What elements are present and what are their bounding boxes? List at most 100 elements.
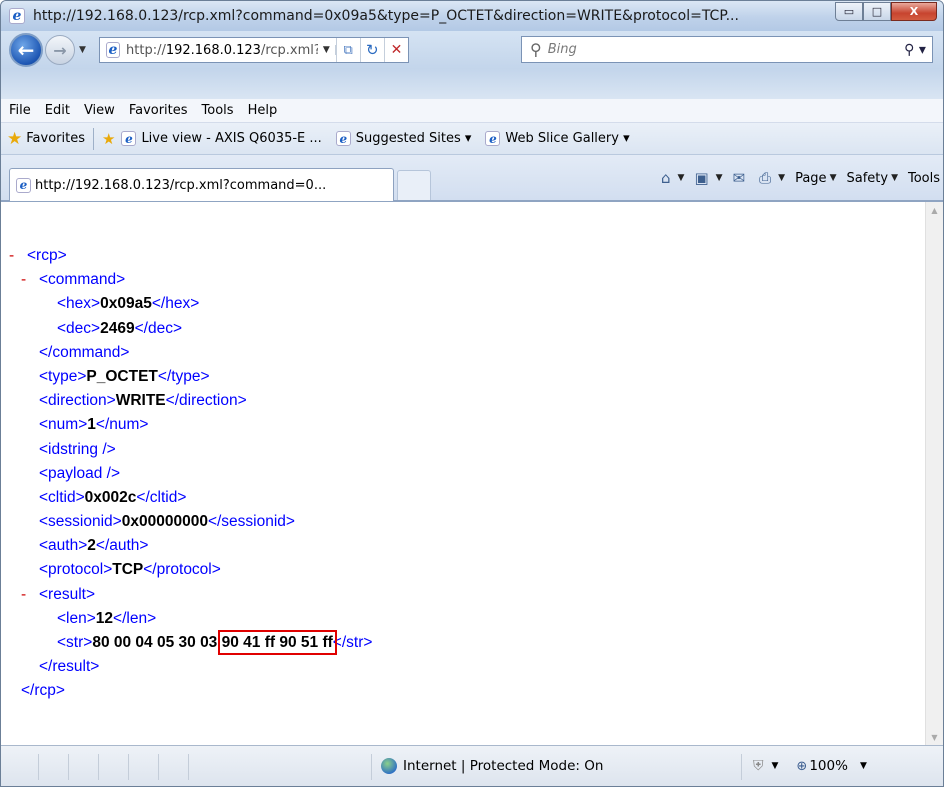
xml-value: TCP [112, 561, 144, 579]
xml-tag: <hex> [57, 295, 101, 313]
highlighted-bytes: 90 41 ff 90 51 ff [217, 630, 337, 655]
window-title: http://192.168.0.123/rcp.xml?command=0x0… [33, 8, 739, 24]
security-zone[interactable]: Internet | Protected Mode: On [381, 758, 603, 774]
page-menu-label: Page [795, 170, 827, 186]
xml-line: <direction>WRITE</direction> [9, 389, 372, 413]
xml-tag: <num> [39, 416, 88, 434]
title-bar: e http://192.168.0.123/rcp.xml?command=0… [1, 1, 943, 31]
xml-value: 0x09a5 [100, 295, 152, 313]
menu-file[interactable]: File [9, 103, 31, 118]
minimize-button[interactable]: ▭ [835, 2, 863, 21]
xml-tag: <direction> [39, 392, 116, 410]
menu-tools[interactable]: Tools [202, 103, 234, 118]
refresh-icon[interactable]: ↻ [359, 38, 384, 62]
xml-line: <sessionid>0x00000000</sessionid> [9, 510, 372, 534]
xml-tag: </hex> [151, 295, 200, 313]
search-button[interactable]: ⚲ ▾ [898, 42, 932, 58]
stop-icon[interactable]: ✕ [383, 38, 408, 62]
favorites-bar: ★ Favorites ★ e Live view - AXIS Q6035-E… [1, 123, 943, 155]
xml-line: - <result> [9, 583, 372, 607]
collapse-toggle[interactable]: - [21, 583, 39, 607]
document-area: - <rcp> - <command> <hex>0x09a5</hex> <dec… [1, 201, 943, 746]
status-cells [9, 754, 189, 780]
page-menu[interactable]: Page ▼ [795, 171, 836, 186]
status-cell [39, 754, 69, 780]
tools-menu-label: Tools [908, 170, 941, 186]
safety-menu[interactable]: Safety ▼ [846, 171, 898, 186]
zoom-control[interactable]: ⊕ 100% ▼ [796, 758, 884, 774]
fav-link-web-slice-gallery[interactable]: e Web Slice Gallery ▾ [485, 131, 630, 146]
status-cell [69, 754, 99, 780]
mail-button[interactable]: ✉ [733, 169, 750, 187]
new-tab-button[interactable] [397, 170, 431, 200]
xml-line: <payload /> [9, 462, 372, 486]
xml-line: <str>80 00 04 05 30 03 90 41 ff 90 51 ff… [9, 630, 373, 655]
status-cell [9, 754, 39, 780]
back-button[interactable]: ← [9, 33, 43, 67]
page-icon: e [485, 131, 501, 146]
mail-icon: ✉ [732, 169, 746, 187]
xml-value: 2 [87, 537, 96, 555]
scroll-down-arrow-icon[interactable]: ▼ [926, 729, 943, 746]
xml-tag: </len> [113, 609, 157, 627]
protected-mode-icon[interactable]: ⛨ [753, 758, 764, 774]
status-cell [159, 754, 189, 780]
feeds-button[interactable]: ▣ ▼ [694, 169, 722, 187]
add-to-favorites-icon[interactable]: ★ [102, 130, 115, 148]
address-dropdown[interactable]: ▼ [318, 45, 336, 55]
xml-line: <idstring /> [9, 438, 372, 462]
page-icon: e [106, 42, 121, 58]
xml-tree: - <rcp> - <command> <hex>0x09a5</hex> <dec… [9, 244, 372, 704]
favorites-button[interactable]: ★ Favorites [7, 129, 85, 149]
forward-button[interactable]: → [45, 35, 75, 65]
xml-tag: <dec> [57, 319, 101, 337]
xml-tag: </protocol> [143, 561, 221, 579]
forward-arrow-icon: → [53, 40, 67, 60]
address-bar[interactable]: e http://192.168.0.123/rcp.xml?c ▼ ⧉ ↻ ✕ [99, 37, 409, 63]
status-right: ⛨ ▼ ⊕ 100% ▼ [753, 758, 885, 774]
xml-tag: </cltid> [136, 488, 187, 506]
star-icon: ★ [7, 128, 23, 149]
command-bar: ⌂▼ ▣▼ ✉ ⎙▼ Page▼ Safety▼ Tools▼ ?▼ [661, 169, 943, 187]
tab-active[interactable]: e http://192.168.0.123/rcp.xml?command=0… [9, 168, 394, 201]
vertical-scrollbar[interactable]: ▲ ▼ [925, 202, 943, 746]
search-input[interactable]: Bing [548, 42, 898, 57]
home-button[interactable]: ⌂ ▼ [661, 169, 684, 187]
xml-tag: <protocol> [39, 561, 113, 579]
menu-view[interactable]: View [84, 103, 115, 118]
page-icon: e [121, 131, 137, 146]
xml-tag: <result> [39, 585, 96, 603]
xml-tag: <cltid> [39, 488, 85, 506]
dropdown-arrow-icon[interactable]: ▼ [772, 761, 779, 771]
xml-line: <hex>0x09a5</hex> [9, 292, 372, 316]
xml-tag: </result> [39, 658, 100, 676]
collapse-toggle[interactable]: - [9, 244, 27, 268]
menu-edit[interactable]: Edit [45, 103, 70, 118]
print-button[interactable]: ⎙ ▼ [759, 169, 785, 187]
scroll-up-arrow-icon[interactable]: ▲ [926, 202, 943, 219]
search-box[interactable]: ⚲ Bing ⚲ ▾ [521, 36, 933, 63]
maximize-button[interactable]: □ [863, 2, 891, 21]
xml-line: <dec>2469</dec> [9, 317, 372, 341]
fav-link-label: Suggested Sites ▾ [355, 131, 472, 146]
menu-help[interactable]: Help [248, 103, 278, 118]
dropdown-arrow-icon: ▼ [859, 761, 867, 771]
fav-link-axis-live-view[interactable]: e Live view - AXIS Q6035-E ... [121, 131, 322, 146]
collapse-toggle[interactable]: - [21, 268, 39, 292]
dropdown-arrow-icon: ▼ [829, 173, 837, 183]
close-button[interactable]: X [891, 2, 937, 21]
home-icon: ⌂ [661, 169, 671, 187]
divider [92, 127, 94, 150]
address-input[interactable]: http://192.168.0.123/rcp.xml?c [126, 43, 318, 58]
compatibility-view-icon[interactable]: ⧉ [335, 38, 360, 62]
tools-menu[interactable]: Tools▼ [908, 170, 943, 186]
recent-pages-dropdown[interactable]: ▼ [79, 45, 93, 55]
menu-favorites[interactable]: Favorites [129, 103, 188, 118]
xml-tag: </str> [332, 634, 373, 651]
xml-value: P_OCTET [86, 367, 158, 385]
xml-value: WRITE [115, 392, 166, 410]
xml-tag: <command> [39, 271, 126, 289]
fav-link-suggested-sites[interactable]: e Suggested Sites ▾ [335, 131, 472, 146]
xml-tag: <payload /> [39, 464, 121, 482]
xml-value: 2469 [100, 319, 135, 337]
